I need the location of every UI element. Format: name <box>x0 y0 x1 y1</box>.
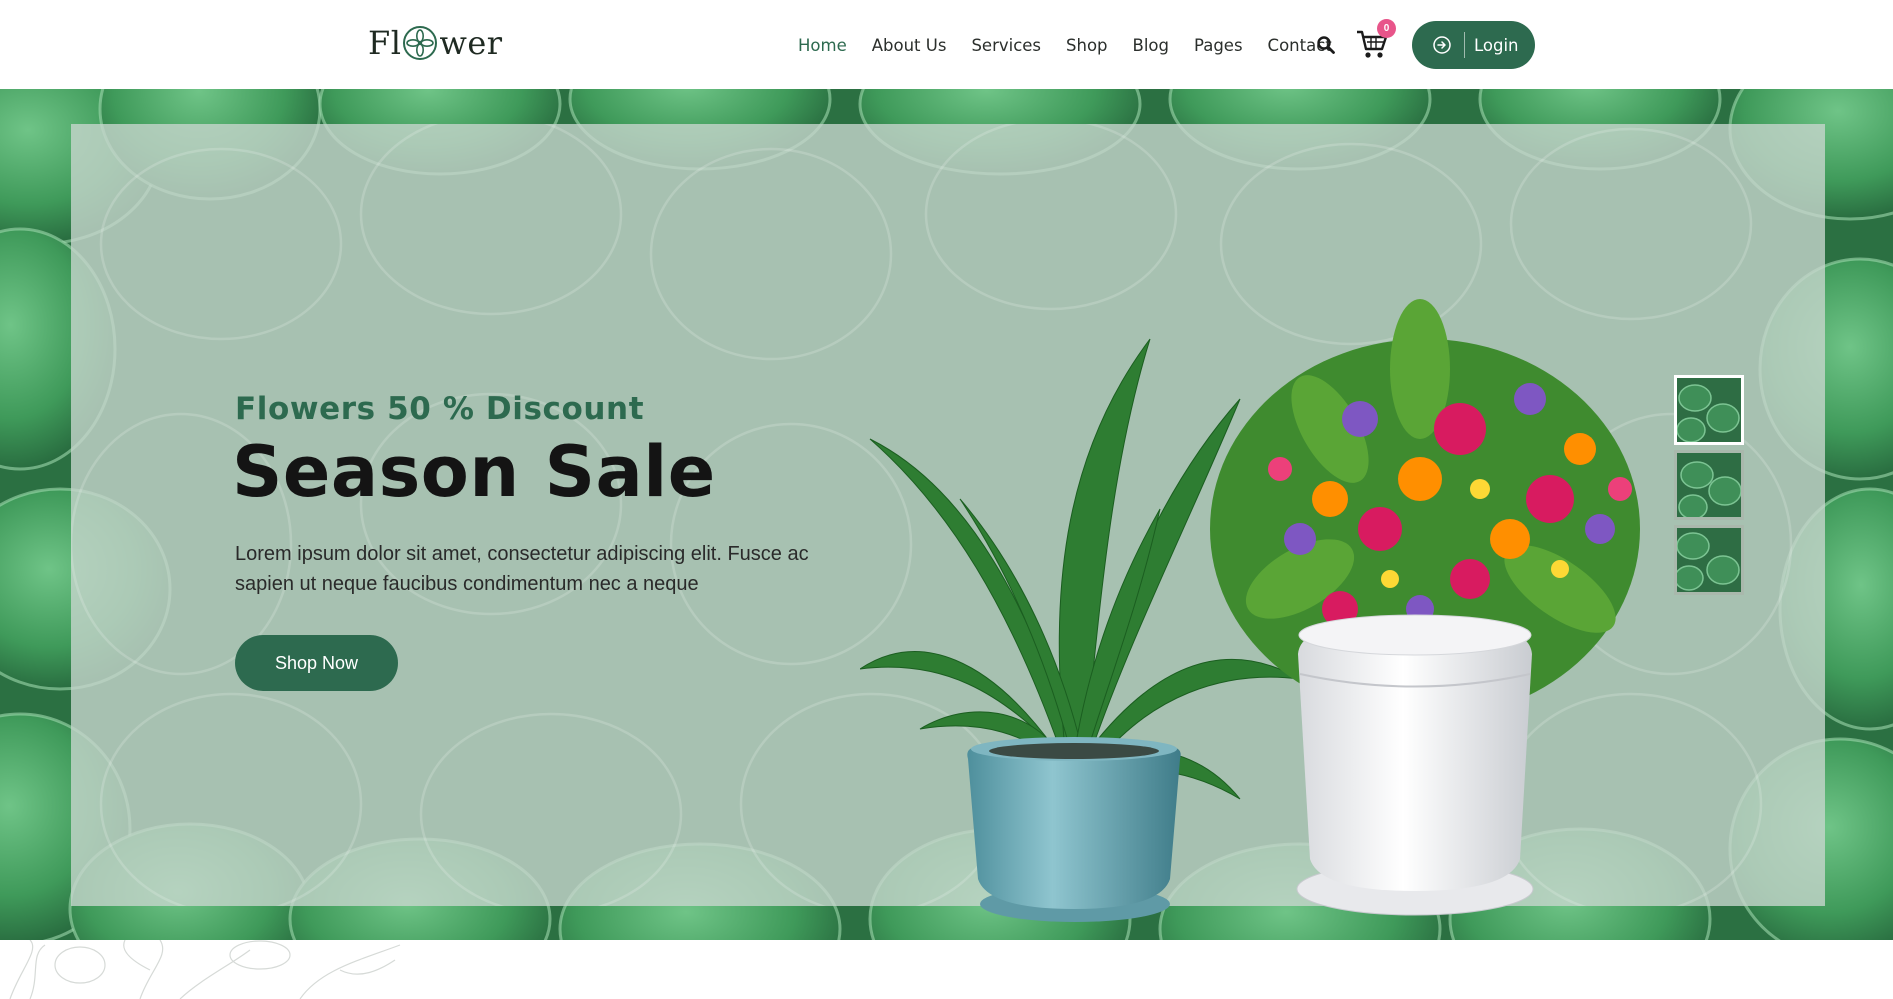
next-section-preview <box>0 940 1893 999</box>
flower-logo-icon <box>403 26 438 60</box>
logo[interactable]: Fl wer <box>368 22 503 64</box>
nav-item-blog[interactable]: Blog <box>1133 36 1169 55</box>
shop-now-button[interactable]: Shop Now <box>235 635 398 691</box>
nav-item-shop[interactable]: Shop <box>1066 36 1108 55</box>
nav-item-home[interactable]: Home <box>798 36 847 55</box>
blue-pot <box>967 747 1181 909</box>
nav-item-services[interactable]: Services <box>971 36 1041 55</box>
hero-subtitle: Flowers 50 % Discount <box>235 391 645 427</box>
site-header: Fl wer Home About Us Services Shop Blog … <box>0 0 1893 89</box>
floral-line-art-decoration <box>9 940 401 999</box>
white-pot <box>1298 631 1532 891</box>
cart-count-badge: 0 <box>1377 19 1396 38</box>
login-arrow-icon <box>1433 36 1451 54</box>
potted-plants-image <box>860 299 1640 922</box>
login-label: Login <box>1474 35 1519 55</box>
slide-thumbnail-3[interactable] <box>1674 525 1744 595</box>
slide-thumbnail-1[interactable] <box>1674 375 1744 445</box>
login-button[interactable]: Login <box>1412 21 1535 69</box>
hero-description: Lorem ipsum dolor sit amet, consectetur … <box>235 543 809 595</box>
search-icon[interactable] <box>1316 35 1336 55</box>
logo-text-prefix: Fl <box>368 24 402 62</box>
logo-text-suffix: wer <box>439 24 503 62</box>
hero-banner: Flowers 50 % Discount Season Sale Lorem … <box>0 89 1893 940</box>
login-divider <box>1464 32 1465 58</box>
slider-thumbnails <box>1674 375 1746 600</box>
main-nav: Home About Us Services Shop Blog Pages C… <box>798 24 1357 66</box>
hero-title: Season Sale <box>232 431 716 513</box>
slide-thumbnail-2[interactable] <box>1674 450 1744 520</box>
nav-item-pages[interactable]: Pages <box>1194 36 1243 55</box>
nav-item-about-us[interactable]: About Us <box>872 36 947 55</box>
